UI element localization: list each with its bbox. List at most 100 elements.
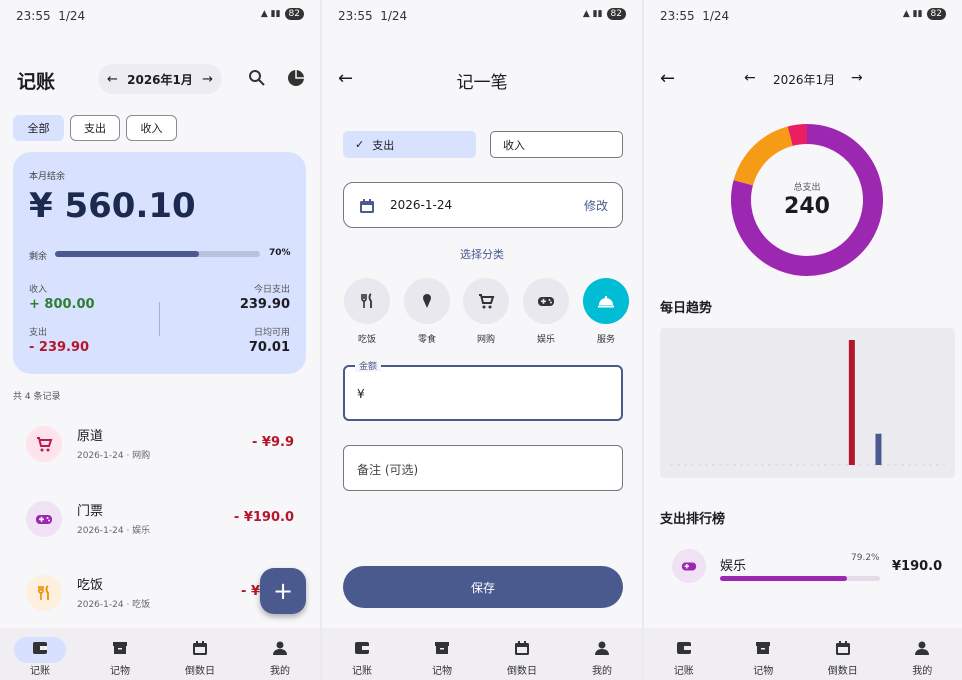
filter-all-chip[interactable]: 全部 xyxy=(13,115,64,141)
nav-ledger[interactable]: 记账 xyxy=(644,628,724,680)
record-amount: - ¥9.9 xyxy=(252,435,294,450)
status-icons: ▲ ▮▮ 82 xyxy=(583,8,626,20)
month-selector: ← 2026年1月 → xyxy=(98,64,222,94)
record-row[interactable]: 吃饭 2026-1-24 · 吃饭 - ¥ xyxy=(26,568,296,618)
today-expense-value: 239.90 xyxy=(239,297,290,312)
category-entertainment[interactable]: 娱乐 xyxy=(522,278,570,345)
status-time: 23:55 1/24 xyxy=(660,9,730,23)
archive-box-icon xyxy=(435,642,449,654)
record-amount: - ¥ xyxy=(241,584,260,599)
donut-slice-2 xyxy=(787,124,808,146)
nav-countdown[interactable]: 倒数日 xyxy=(482,628,562,680)
category-snack[interactable]: 零食 xyxy=(403,278,451,345)
category-service[interactable]: 服务 xyxy=(582,278,630,345)
nav-ledger[interactable]: 记账 xyxy=(0,628,80,680)
expense-value: - 239.90 xyxy=(29,340,90,355)
archive-box-icon xyxy=(113,642,127,654)
archive-box-icon xyxy=(756,642,771,654)
statistics-screen: 23:55 1/24 ▲ ▮▮ 82 ← ← 2026年1月 → 总支出 240 … xyxy=(644,0,962,680)
ice-cream-icon xyxy=(423,294,431,308)
daily-trend-chart xyxy=(660,328,955,478)
trend-title: 每日趋势 xyxy=(660,301,713,316)
rank-percent: 79.2% xyxy=(851,553,880,563)
record-name: 原道 xyxy=(77,429,104,444)
person-icon xyxy=(595,641,609,655)
income-label: 收入 xyxy=(29,285,48,295)
ranking-title: 支出排行榜 xyxy=(660,512,726,527)
nav-countdown[interactable]: 倒数日 xyxy=(803,628,883,680)
nav-items[interactable]: 记物 xyxy=(80,628,160,680)
date-edit-link[interactable]: 修改 xyxy=(584,197,608,214)
pie-chart-icon[interactable] xyxy=(287,69,305,87)
nav-countdown[interactable]: 倒数日 xyxy=(160,628,240,680)
prev-month-icon[interactable]: ← xyxy=(107,72,118,87)
cart-icon xyxy=(479,294,495,309)
remain-percent: 70% xyxy=(269,248,291,258)
rank-amount: ¥190.0 xyxy=(892,559,943,574)
calendar-icon xyxy=(193,641,207,655)
month-label: 2026年1月 xyxy=(773,73,836,87)
record-meta: 2026-1-24 · 网购 xyxy=(77,451,151,461)
status-icons: ▲ ▮▮ 82 xyxy=(261,8,304,20)
trend-background xyxy=(660,328,955,478)
wallet-icon xyxy=(676,642,691,654)
section-label: 选择分类 xyxy=(460,248,504,261)
status-icons: ▲ ▮▮ 82 xyxy=(903,8,946,20)
monthly-summary-card: 本月结余 ¥ 560.10 剩余 70% 收入 + 800.00 支出 - 23… xyxy=(13,152,306,374)
date-value: 2026-1-24 xyxy=(390,198,453,212)
amount-input[interactable]: 金额 ¥ xyxy=(343,359,623,421)
plus-icon: + xyxy=(272,577,294,605)
nav-items[interactable]: 记物 xyxy=(402,628,482,680)
note-placeholder: 备注 (可选) xyxy=(357,463,419,477)
bottom-nav: 记账 记物 倒数日 我的 xyxy=(322,628,642,680)
remain-progress-track xyxy=(55,251,260,257)
nav-profile[interactable]: 我的 xyxy=(883,628,962,680)
add-record-button[interactable]: + xyxy=(260,568,306,614)
nav-profile[interactable]: 我的 xyxy=(562,628,642,680)
rank-progress-track xyxy=(720,576,880,581)
record-meta: 2026-1-24 · 娱乐 xyxy=(77,526,151,536)
prev-month-icon[interactable]: ← xyxy=(744,70,756,86)
category-shopping[interactable]: 网购 xyxy=(462,278,510,345)
record-name: 吃饭 xyxy=(77,578,104,593)
page-title: 记一笔 xyxy=(456,73,508,93)
fork-knife-icon xyxy=(361,293,372,308)
filter-expense-chip[interactable]: 支出 xyxy=(70,115,120,141)
record-row[interactable]: 门票 2026-1-24 · 娱乐 - ¥190.0 xyxy=(26,494,296,544)
note-input[interactable]: 备注 (可选) xyxy=(343,445,623,491)
donut-slice-1 xyxy=(733,126,794,186)
nav-ledger[interactable]: 记账 xyxy=(322,628,402,680)
record-row[interactable]: 原道 2026-1-24 · 网购 - ¥9.9 xyxy=(26,419,296,469)
search-icon[interactable] xyxy=(248,69,266,87)
nav-profile[interactable]: 我的 xyxy=(240,628,320,680)
record-meta: 2026-1-24 · 吃饭 xyxy=(77,600,151,610)
balance-label: 本月结余 xyxy=(29,172,66,182)
person-icon xyxy=(273,641,287,655)
amount-label: 金额 xyxy=(355,359,382,372)
record-name: 门票 xyxy=(77,504,104,519)
month-label: 2026年1月 xyxy=(127,72,193,87)
type-expense-toggle[interactable]: ✓ 支出 xyxy=(343,131,476,158)
daily-available-label: 日均可用 xyxy=(253,328,290,338)
status-time: 23:55 1/24 xyxy=(16,9,86,23)
wallet-icon xyxy=(33,642,47,654)
nav-items[interactable]: 记物 xyxy=(724,628,804,680)
service-bell-icon xyxy=(598,296,614,308)
category-eat[interactable]: 吃饭 xyxy=(343,278,391,345)
cart-icon xyxy=(26,426,62,462)
filter-income-chip[interactable]: 收入 xyxy=(126,115,177,141)
gamepad-icon xyxy=(538,297,554,306)
back-arrow-icon[interactable]: ← xyxy=(660,68,675,89)
date-field[interactable]: 2026-1-24 修改 xyxy=(343,182,623,228)
expense-label: 支出 xyxy=(29,328,48,338)
record-amount: - ¥190.0 xyxy=(233,510,294,525)
next-month-icon[interactable]: → xyxy=(202,72,213,87)
next-month-icon[interactable]: → xyxy=(851,70,863,86)
record-count: 共 4 条记录 xyxy=(13,392,61,402)
person-icon xyxy=(915,641,930,655)
save-button[interactable]: 保存 xyxy=(343,566,623,608)
calendar-icon xyxy=(835,641,850,655)
type-income-toggle[interactable]: 收入 xyxy=(490,131,623,158)
currency-prefix: ¥ xyxy=(357,387,365,401)
calendar-icon xyxy=(515,641,529,655)
